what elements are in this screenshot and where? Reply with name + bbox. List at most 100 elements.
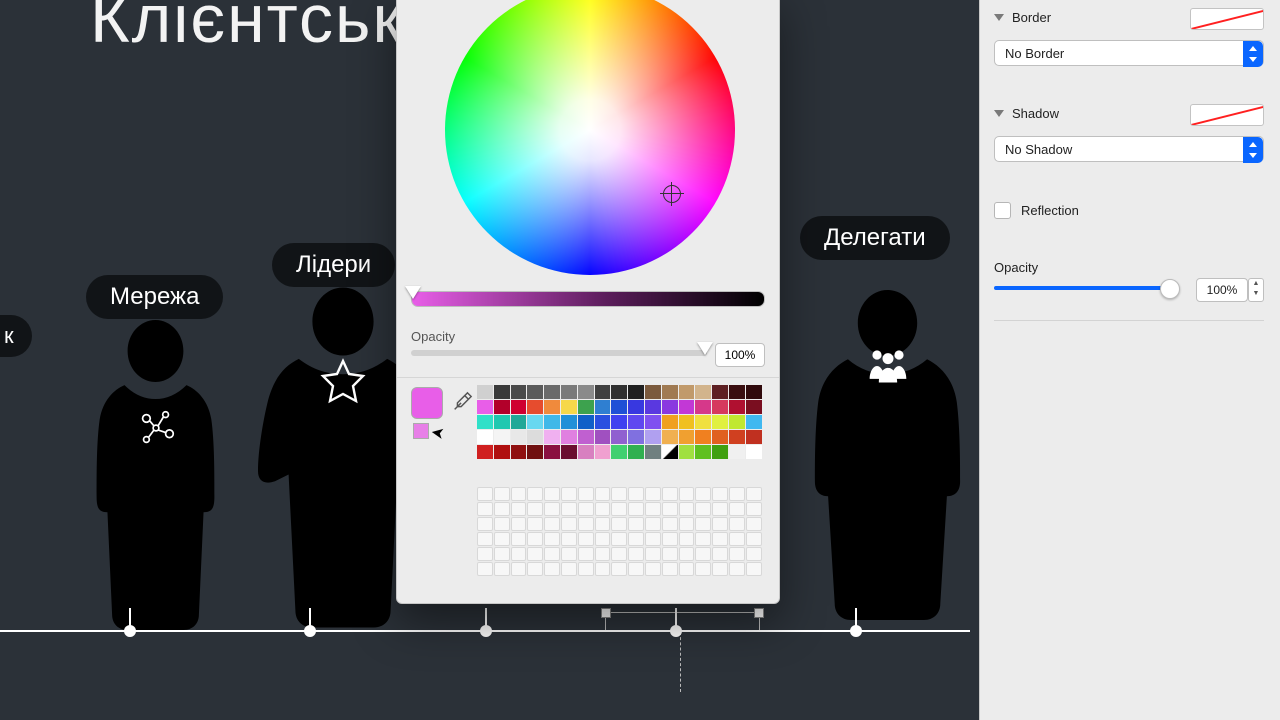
empty-swatch[interactable] (477, 487, 493, 501)
pill-delegaty[interactable]: Делегати (800, 216, 950, 260)
palette-swatch[interactable] (578, 445, 594, 459)
empty-swatch[interactable] (527, 547, 543, 561)
palette-swatch[interactable] (746, 415, 762, 429)
empty-swatch[interactable] (527, 517, 543, 531)
palette-swatch[interactable] (695, 430, 711, 444)
palette-swatch[interactable] (511, 430, 527, 444)
empty-swatch[interactable] (578, 562, 594, 576)
palette-swatch[interactable] (578, 385, 594, 399)
opacity-thumb[interactable] (1160, 279, 1180, 299)
reflection-checkbox[interactable] (994, 202, 1011, 219)
empty-swatch[interactable] (746, 532, 762, 546)
palette-swatch[interactable] (628, 445, 644, 459)
empty-swatch[interactable] (746, 517, 762, 531)
empty-swatch[interactable] (645, 562, 661, 576)
palette-swatch[interactable] (628, 400, 644, 414)
empty-swatch[interactable] (561, 547, 577, 561)
pill-lidery[interactable]: Лідери (272, 243, 395, 287)
empty-swatch[interactable] (477, 517, 493, 531)
palette-swatch[interactable] (729, 415, 745, 429)
empty-swatch[interactable] (527, 562, 543, 576)
empty-swatch[interactable] (544, 517, 560, 531)
empty-swatch[interactable] (712, 547, 728, 561)
palette-swatch[interactable] (494, 385, 510, 399)
palette-swatch[interactable] (561, 400, 577, 414)
empty-swatch[interactable] (746, 502, 762, 516)
pill-fragment[interactable]: к (0, 315, 32, 357)
palette-swatch[interactable] (746, 445, 762, 459)
palette-swatch[interactable] (679, 430, 695, 444)
empty-swatch[interactable] (595, 502, 611, 516)
palette-swatch[interactable] (477, 385, 493, 399)
empty-swatch[interactable] (611, 517, 627, 531)
palette-swatch[interactable] (595, 415, 611, 429)
palette-swatch[interactable] (477, 415, 493, 429)
reflection-row[interactable]: Reflection (994, 202, 1264, 219)
palette-swatch[interactable] (561, 415, 577, 429)
palette-swatch[interactable] (645, 400, 661, 414)
empty-swatch[interactable] (544, 502, 560, 516)
palette-swatch[interactable] (729, 430, 745, 444)
empty-swatch[interactable] (712, 517, 728, 531)
palette-swatch[interactable] (645, 430, 661, 444)
empty-swatch[interactable] (527, 532, 543, 546)
palette-swatch[interactable] (527, 445, 543, 459)
palette-swatch[interactable] (494, 400, 510, 414)
palette-swatch[interactable] (628, 385, 644, 399)
pill-merezha[interactable]: Мережа (86, 275, 223, 319)
empty-swatch[interactable] (578, 502, 594, 516)
empty-swatch[interactable] (645, 532, 661, 546)
palette-swatch[interactable] (595, 445, 611, 459)
color-wheel[interactable] (445, 0, 735, 275)
empty-swatch[interactable] (662, 502, 678, 516)
palette-swatch[interactable] (544, 415, 560, 429)
empty-swatch[interactable] (662, 562, 678, 576)
empty-swatch[interactable] (679, 517, 695, 531)
empty-swatch[interactable] (662, 487, 678, 501)
empty-swatch[interactable] (729, 487, 745, 501)
palette-swatch[interactable] (662, 400, 678, 414)
empty-swatch[interactable] (511, 487, 527, 501)
empty-swatch[interactable] (578, 547, 594, 561)
empty-swatch[interactable] (561, 517, 577, 531)
selection-frame[interactable] (605, 612, 760, 632)
empty-swatch[interactable] (645, 517, 661, 531)
empty-swatch[interactable] (712, 562, 728, 576)
empty-swatch[interactable] (695, 517, 711, 531)
empty-swatch[interactable] (729, 547, 745, 561)
empty-swatch[interactable] (477, 532, 493, 546)
palette-swatch[interactable] (511, 385, 527, 399)
empty-swatch[interactable] (511, 532, 527, 546)
empty-swatch[interactable] (595, 562, 611, 576)
empty-swatch[interactable] (611, 562, 627, 576)
palette-swatch[interactable] (628, 415, 644, 429)
empty-swatch[interactable] (611, 532, 627, 546)
empty-swatch[interactable] (511, 547, 527, 561)
empty-swatch[interactable] (544, 487, 560, 501)
empty-swatch[interactable] (679, 487, 695, 501)
empty-swatch[interactable] (611, 547, 627, 561)
shadow-select[interactable]: No Shadow (994, 136, 1264, 162)
opacity-field[interactable]: 100% (1196, 278, 1248, 302)
empty-swatch[interactable] (494, 562, 510, 576)
empty-swatch[interactable] (494, 517, 510, 531)
empty-swatch[interactable] (679, 547, 695, 561)
empty-swatch[interactable] (679, 502, 695, 516)
recent-swatch[interactable] (413, 423, 429, 439)
palette-swatch[interactable] (527, 400, 543, 414)
empty-swatch[interactable] (662, 532, 678, 546)
empty-swatch[interactable] (746, 547, 762, 561)
empty-swatch[interactable] (729, 532, 745, 546)
empty-swatch[interactable] (628, 532, 644, 546)
empty-swatch[interactable] (595, 547, 611, 561)
palette-swatch[interactable] (544, 385, 560, 399)
empty-swatch[interactable] (595, 517, 611, 531)
palette-swatch[interactable] (679, 385, 695, 399)
palette-swatch[interactable] (679, 415, 695, 429)
empty-swatch[interactable] (477, 502, 493, 516)
empty-swatch[interactable] (729, 517, 745, 531)
palette-swatch[interactable] (494, 415, 510, 429)
empty-swatch[interactable] (561, 487, 577, 501)
palette-swatch[interactable] (611, 445, 627, 459)
palette-swatch[interactable] (645, 445, 661, 459)
